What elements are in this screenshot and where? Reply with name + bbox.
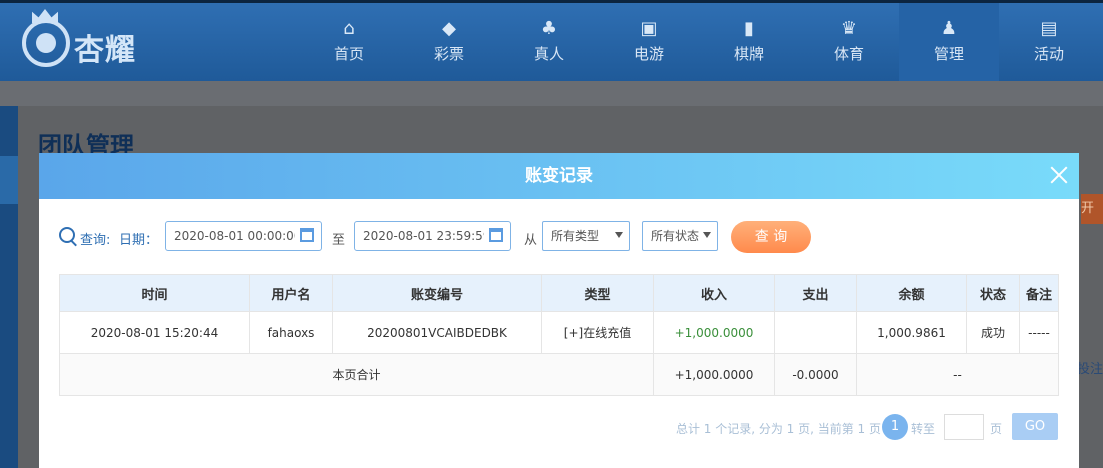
lottery-icon: ◆ — [442, 18, 456, 39]
table-row: 2020-08-01 15:20:44 fahaoxs 20200801VCAI… — [59, 311, 1059, 354]
brand-logo[interactable]: 杏耀 — [22, 9, 172, 73]
status-select-value: 所有状态 — [651, 229, 700, 243]
cards-icon: ▮ — [744, 18, 754, 39]
slot-icon: ▣ — [640, 18, 658, 39]
col-income: 收入 — [653, 274, 775, 312]
cell-balance: 1,000.9861 — [856, 311, 967, 354]
col-balance: 余额 — [856, 274, 967, 312]
home-icon: ⌂ — [343, 18, 355, 39]
type-select[interactable]: 所有类型 — [542, 221, 630, 251]
chevron-down-icon — [615, 232, 623, 238]
search-icon — [59, 227, 75, 243]
filter-bar: 查询: 日期： 至 从 所有类型 所有状态 查 询 — [59, 221, 1059, 253]
transaction-table: 时间 用户名 账变编号 类型 收入 支出 余额 状态 备注 2020-08-01… — [59, 274, 1059, 396]
nav-label: 活动 — [1033, 45, 1064, 63]
nav-item-home[interactable]: ⌂ 首页 — [299, 3, 399, 81]
pagination: 总计 1 个记录, 分为 1 页, 当前第 1 页 1 转至 页 GO — [39, 412, 1059, 442]
nav-label: 真人 — [533, 45, 564, 63]
open-account-button[interactable]: 开户 — [1081, 194, 1103, 224]
cell-status: 成功 — [966, 311, 1020, 354]
go-button[interactable]: GO — [1012, 413, 1058, 440]
cell-time: 2020-08-01 15:20:44 — [59, 311, 250, 354]
calendar-icon[interactable] — [489, 228, 503, 242]
cell-expense — [774, 311, 857, 354]
summary-row: 本页合计 +1,000.0000 -0.0000 -- — [59, 353, 1059, 396]
nav-item-lottery[interactable]: ◆ 彩票 — [399, 3, 499, 81]
close-icon[interactable] — [1047, 163, 1071, 187]
modal-title: 账变记录 — [525, 166, 593, 186]
goto-label: 转至 — [911, 422, 936, 436]
logo-emblem-icon — [22, 19, 70, 67]
col-status: 状态 — [966, 274, 1020, 312]
type-select-value: 所有类型 — [551, 229, 600, 243]
col-code: 账变编号 — [332, 274, 542, 312]
summary-balance: -- — [856, 353, 1059, 396]
query-label: 查询: — [80, 233, 111, 248]
nav-label: 彩票 — [433, 45, 464, 63]
nav-label: 首页 — [333, 45, 364, 63]
goto-page-input[interactable] — [944, 414, 984, 440]
to-label: 至 — [332, 233, 346, 248]
users-icon: ♟ — [940, 18, 958, 39]
nav-label: 棋牌 — [733, 45, 764, 63]
live-icon: ♣ — [540, 18, 558, 39]
nav-item-manage[interactable]: ♟ 管理 — [899, 3, 999, 81]
pagination-info: 总计 1 个记录, 分为 1 页, 当前第 1 页 — [675, 422, 881, 436]
cell-note: ----- — [1019, 311, 1059, 354]
chevron-down-icon — [703, 232, 711, 238]
query-button[interactable]: 查 询 — [731, 221, 811, 253]
sidebar — [0, 106, 18, 468]
col-user: 用户名 — [249, 274, 333, 312]
summary-expense: -0.0000 — [774, 353, 857, 396]
col-type: 类型 — [541, 274, 654, 312]
from-label: 从 — [524, 233, 538, 248]
top-navigation-bar: 杏耀 ⌂ 首页 ◆ 彩票 ♣ 真人 ▣ 电游 ▮ 棋牌 ♛ 体育 ♟ 管理 ▤ … — [0, 0, 1103, 81]
end-date-input[interactable] — [354, 221, 511, 251]
status-select[interactable]: 所有状态 — [642, 221, 718, 251]
nav-item-cards[interactable]: ▮ 棋牌 — [699, 3, 799, 81]
nav-item-sports[interactable]: ♛ 体育 — [799, 3, 899, 81]
summary-label: 本页合计 — [59, 353, 654, 396]
sub-bar — [0, 81, 1103, 106]
gift-icon: ▤ — [1040, 18, 1058, 39]
trophy-icon: ♛ — [840, 18, 858, 39]
nav-label: 电游 — [633, 45, 664, 63]
col-note: 备注 — [1019, 274, 1059, 312]
table-header-row: 时间 用户名 账变编号 类型 收入 支出 余额 状态 备注 — [59, 274, 1059, 312]
brand-name: 杏耀 — [74, 33, 136, 68]
col-expense: 支出 — [774, 274, 857, 312]
col-time: 时间 — [59, 274, 250, 312]
nav-item-slots[interactable]: ▣ 电游 — [599, 3, 699, 81]
sidebar-item-active[interactable] — [0, 156, 18, 204]
calendar-icon[interactable] — [300, 228, 314, 242]
bet-link[interactable]: 投注 — [1077, 358, 1103, 377]
page-number-current[interactable]: 1 — [882, 414, 908, 440]
transaction-record-modal: 账变记录 查询: 日期： 至 从 所有类型 所有状态 查 询 时间 用户名 账变… — [39, 153, 1079, 468]
nav-item-events[interactable]: ▤ 活动 — [999, 3, 1099, 81]
nav-label: 管理 — [933, 45, 964, 63]
start-date-input[interactable] — [165, 221, 322, 251]
page-unit-label: 页 — [990, 422, 1003, 436]
cell-user: fahaoxs — [249, 311, 333, 354]
cell-code: 20200801VCAIBDEDBK — [332, 311, 542, 354]
date-label: 日期： — [119, 233, 159, 248]
cell-type: [+]在线充值 — [541, 311, 654, 354]
summary-income: +1,000.0000 — [653, 353, 775, 396]
modal-header: 账变记录 — [39, 153, 1079, 199]
cell-income: +1,000.0000 — [653, 311, 775, 354]
nav-label: 体育 — [833, 45, 864, 63]
nav-item-live[interactable]: ♣ 真人 — [499, 3, 599, 81]
